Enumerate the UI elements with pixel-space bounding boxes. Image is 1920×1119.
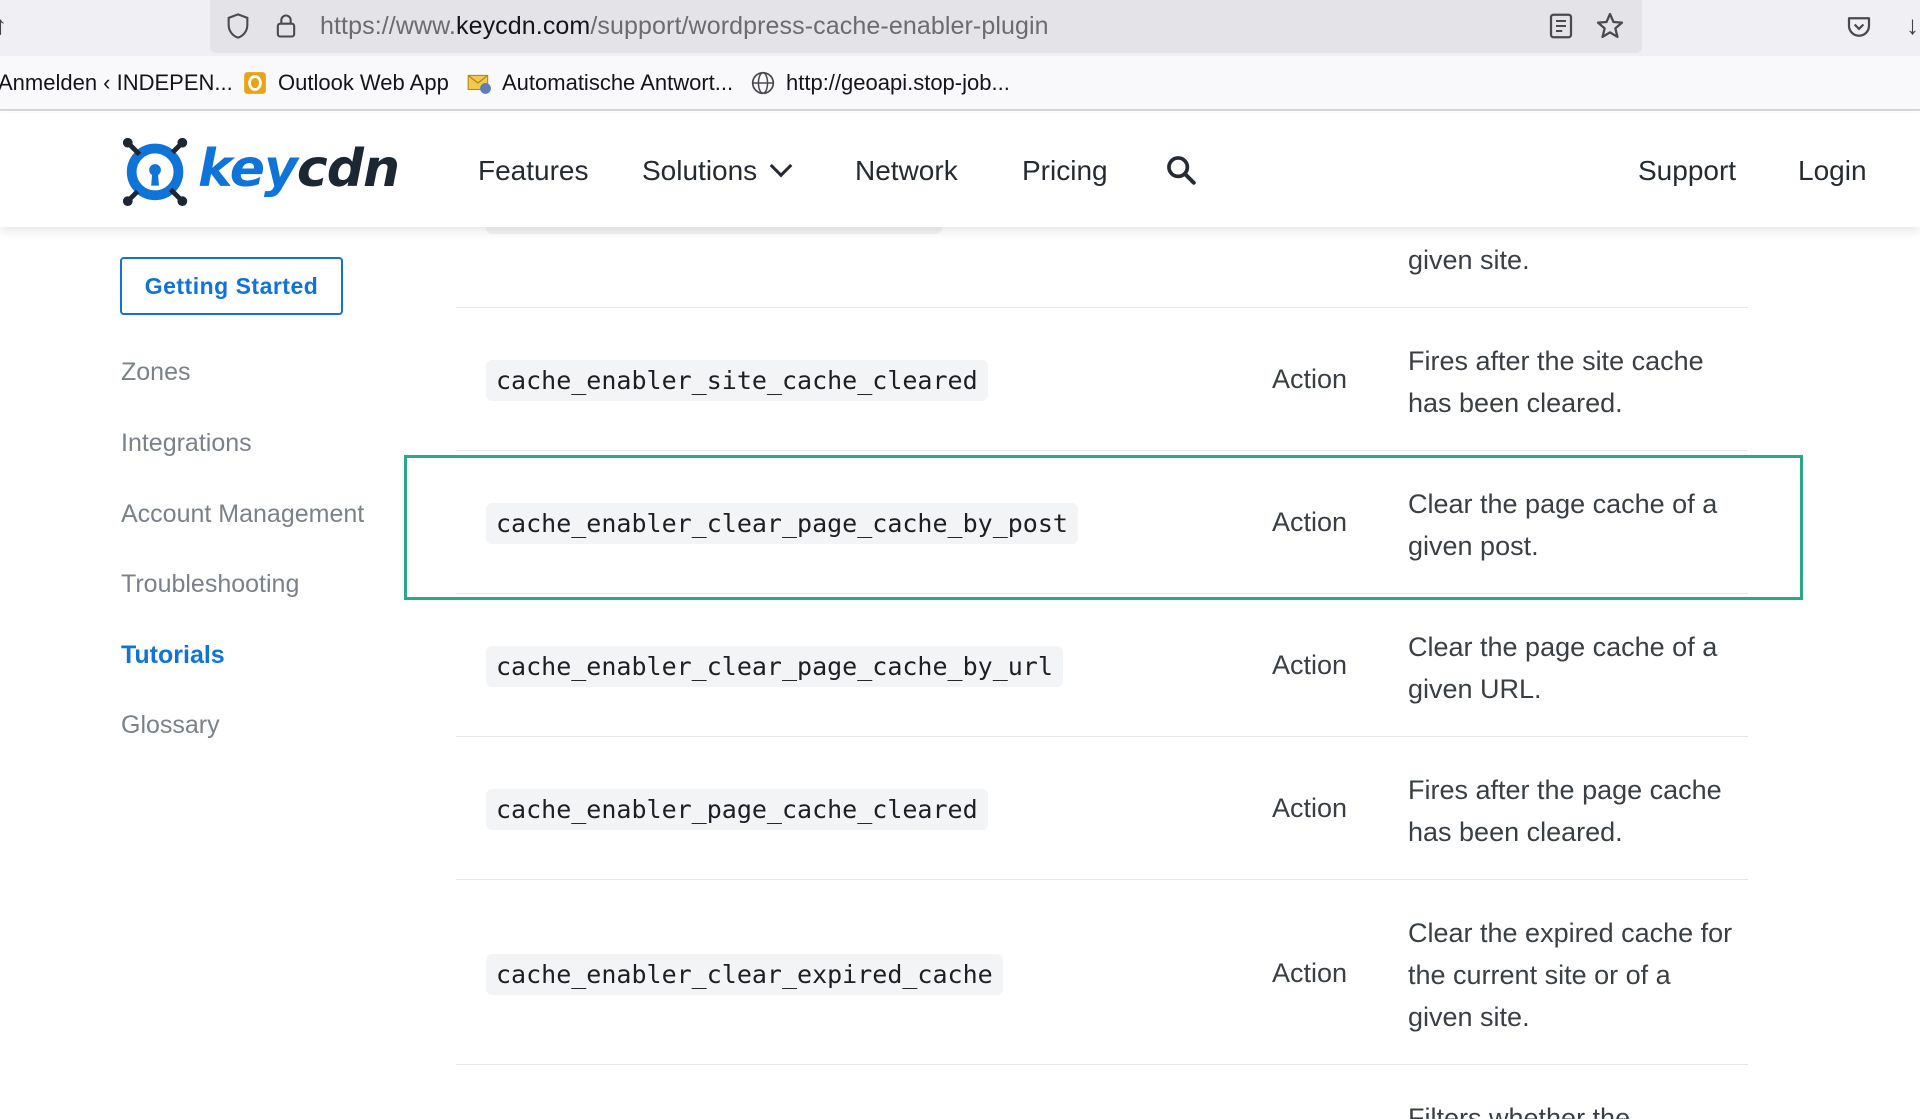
table-row: cache_enabler_site_cache_cleared Action … (456, 308, 1748, 451)
keycdn-logo-icon (122, 137, 188, 207)
table-row: Filters whether the (456, 1065, 1748, 1119)
bookmark-item[interactable]: Automatische Antwort... (466, 70, 733, 96)
bookmark-item[interactable]: Anmelden ‹ INDEPEN... (0, 70, 233, 96)
hook-type: Action (1272, 364, 1348, 394)
hook-type: Action (1272, 650, 1348, 680)
sidebar-item-troubleshooting[interactable]: Troubleshooting (121, 570, 299, 599)
hook-description: Clear the page cache of a given post. (1408, 489, 1718, 561)
sidebar-item-integrations[interactable]: Integrations (121, 429, 252, 458)
outlook-icon (244, 72, 266, 94)
hook-name: cache_enabler_clear_page_cache_by_url (486, 646, 1063, 687)
hook-name: cache_enabler_clear_page_cache_by_post (486, 503, 1078, 544)
nav-features[interactable]: Features (478, 155, 589, 187)
lock-icon[interactable] (272, 12, 300, 40)
shield-icon[interactable] (224, 12, 252, 40)
globe-icon (751, 71, 775, 95)
nav-support[interactable]: Support (1638, 155, 1736, 187)
nav-login[interactable]: Login (1798, 155, 1867, 187)
hook-description: Clear the expired cache for the current … (1408, 918, 1733, 1032)
hook-description: Fires after the site cache has been clea… (1408, 346, 1704, 418)
table-row: cache_enabler_clear_page_cache_by_post A… (456, 451, 1748, 594)
chevron-down-icon (769, 154, 793, 178)
sidebar-item-tutorials[interactable]: Tutorials (121, 641, 225, 670)
hook-type: Action (1272, 793, 1348, 823)
hook-description: given site. (1408, 245, 1530, 275)
pocket-icon[interactable] (1844, 12, 1874, 42)
reader-view-icon[interactable] (1546, 11, 1576, 41)
mail-settings-icon (467, 74, 491, 94)
hook-type: Action (1272, 507, 1348, 537)
back-arrow-icon[interactable]: ↑ (0, 10, 7, 41)
hook-name: cache_enabler_page_cache_cleared (486, 789, 988, 830)
site-header: keycdn Features Solutions Network Pricin… (0, 113, 1920, 227)
sidebar-item-glossary[interactable]: Glossary (121, 711, 220, 740)
table-row: given site. (456, 227, 1748, 308)
address-bar[interactable]: https://www.keycdn.com/support/wordpress… (210, 0, 1642, 53)
bookmark-item[interactable]: http://geoapi.stop-job... (750, 70, 1010, 96)
overflow-icon[interactable]: ↓ (1906, 10, 1919, 41)
keycdn-logo[interactable]: keycdn (118, 131, 400, 207)
nav-pricing[interactable]: Pricing (1022, 155, 1108, 187)
bookmark-star-icon[interactable] (1594, 10, 1626, 42)
table-row: cache_enabler_page_cache_cleared Action … (456, 737, 1748, 880)
bookmark-item[interactable]: Outlook Web App (242, 70, 449, 96)
url-text[interactable]: https://www.keycdn.com/support/wordpress… (320, 12, 1049, 41)
search-icon[interactable] (1164, 153, 1198, 187)
bookmarks-bar: Anmelden ‹ INDEPEN... Outlook Web App Au… (0, 56, 1920, 111)
nav-network[interactable]: Network (855, 155, 958, 187)
hook-description: Filters whether the (1408, 1103, 1631, 1119)
sidebar-item-account-management[interactable]: Account Management (121, 500, 364, 529)
browser-toolbar: ↑ https://www.keycdn.com/support/wordpre… (0, 0, 1920, 56)
hook-description: Clear the page cache of a given URL. (1408, 632, 1718, 704)
nav-solutions[interactable]: Solutions (642, 154, 793, 187)
hook-name: cache_enabler_site_cache_cleared (486, 360, 988, 401)
table-row: cache_enabler_clear_page_cache_by_url Ac… (456, 594, 1748, 737)
hook-type: Action (1272, 958, 1348, 988)
table-row: cache_enabler_clear_expired_cache Action… (456, 880, 1748, 1065)
hook-description: Fires after the page cache has been clea… (1408, 775, 1722, 847)
hook-name: cache_enabler_clear_expired_cache (486, 954, 1003, 995)
sidebar-item-zones[interactable]: Zones (121, 358, 190, 387)
logo-wordmark: keycdn (198, 139, 400, 199)
getting-started-button[interactable]: Getting Started (120, 257, 343, 315)
